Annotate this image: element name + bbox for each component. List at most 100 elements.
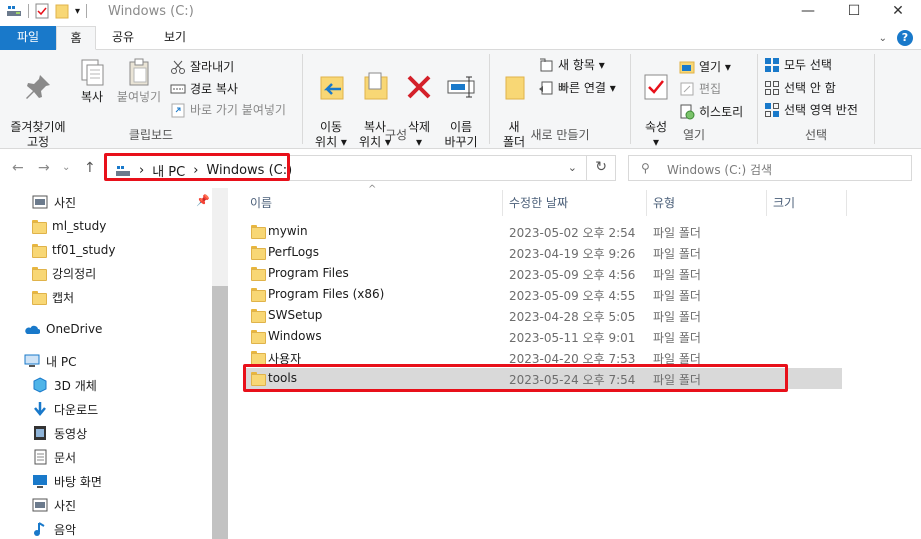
sort-ascending-icon: ^ — [368, 184, 377, 195]
file-date: 2023-04-19 오후 9:26 — [509, 247, 636, 261]
invert-selection-button[interactable]: 선택 영역 반전 — [764, 101, 858, 118]
file-date: 2023-05-09 오후 4:55 — [509, 289, 636, 303]
help-icon[interactable]: ? — [897, 30, 913, 46]
select-none-button[interactable]: 선택 안 함 — [764, 79, 836, 96]
tab-share[interactable]: 공유 — [100, 26, 146, 50]
cube-3d-icon — [33, 377, 47, 393]
new-item-button[interactable]: 새 항목 ▾ — [538, 56, 605, 73]
close-button[interactable]: ✕ — [875, 0, 921, 24]
column-header-size[interactable]: 크기 — [773, 194, 795, 211]
column-divider[interactable] — [766, 190, 767, 216]
tab-file[interactable]: 파일 — [0, 26, 56, 50]
nav-item-3d-objects[interactable]: 3D 개체 — [32, 375, 97, 395]
file-type: 파일 폴더 — [653, 289, 701, 303]
column-divider[interactable] — [646, 190, 647, 216]
file-row[interactable]: Program Files 2023-05-09 오후 4:56 파일 폴더 — [244, 263, 844, 284]
history-button[interactable]: 히스토리 — [679, 103, 743, 120]
folder-icon — [32, 219, 47, 234]
address-dropdown-icon[interactable]: ⌄ — [568, 161, 577, 174]
select-all-icon — [764, 57, 780, 73]
rename-icon — [447, 76, 475, 98]
paste-label: 붙여넣기 — [116, 90, 162, 104]
select-none-label: 선택 안 함 — [784, 81, 836, 95]
easy-access-label: 빠른 연결 ▾ — [558, 81, 616, 95]
up-arrow-icon[interactable]: ↑ — [84, 160, 96, 176]
refresh-icon[interactable]: ↻ — [595, 159, 607, 175]
edit-button[interactable]: 편집 — [679, 80, 721, 97]
copy-path-button[interactable]: 경로 복사 — [170, 80, 238, 97]
column-header-type[interactable]: 유형 — [653, 194, 675, 211]
nav-item-downloads[interactable]: 다운로드 — [32, 399, 98, 419]
maximize-button[interactable]: ☐ — [831, 0, 877, 24]
nav-item-label: 바탕 화면 — [54, 474, 102, 489]
nav-item-pictures-quick[interactable]: 사진 — [32, 192, 76, 212]
nav-item-tf01-study[interactable]: tf01_study — [32, 240, 115, 260]
ribbon-right-controls: ⌄ ? — [879, 30, 913, 46]
column-divider[interactable] — [846, 190, 847, 216]
nav-item-lecture-notes[interactable]: 강의정리 — [32, 263, 96, 283]
file-row[interactable]: PerfLogs 2023-04-19 오후 9:26 파일 폴더 — [244, 242, 844, 263]
delete-x-icon — [407, 75, 431, 99]
copy-icon — [81, 59, 104, 86]
nav-item-onedrive[interactable]: OneDrive — [24, 319, 102, 339]
search-box[interactable]: ⚲ Windows (C:) 검색 — [628, 155, 912, 181]
pinned-icon[interactable]: 📌 — [196, 194, 210, 207]
paste-button[interactable]: 붙여넣기 — [112, 56, 166, 105]
nav-item-documents[interactable]: 문서 — [32, 447, 76, 467]
nav-item-desktop[interactable]: 바탕 화면 — [32, 471, 102, 491]
quick-access-toolbar: ▾ — [6, 3, 88, 19]
column-header-name[interactable]: 이름 — [250, 194, 272, 211]
onedrive-cloud-icon — [25, 325, 40, 334]
tab-home[interactable]: 홈 — [56, 26, 96, 50]
nav-item-music[interactable]: 음악 — [32, 519, 76, 539]
back-arrow-icon[interactable]: ← — [12, 160, 24, 176]
nav-scrollbar-thumb[interactable] — [212, 286, 228, 539]
file-name: PerfLogs — [268, 245, 320, 259]
open-button[interactable]: 열기 ▾ — [679, 58, 731, 75]
forward-arrow-icon[interactable]: → — [38, 160, 50, 176]
column-header-modified[interactable]: 수정한 날짜 — [509, 194, 568, 211]
file-row[interactable]: mywin 2023-05-02 오후 2:54 파일 폴더 — [244, 221, 844, 242]
ribbon-collapse-icon[interactable]: ⌄ — [879, 33, 887, 44]
folder-icon — [251, 224, 266, 239]
select-all-button[interactable]: 모두 선택 — [764, 56, 832, 73]
file-type: 파일 폴더 — [653, 226, 701, 240]
tab-view[interactable]: 보기 — [152, 26, 198, 50]
recent-locations-icon[interactable]: ⌄ — [62, 162, 70, 173]
easy-access-button[interactable]: 빠른 연결 ▾ — [538, 79, 616, 96]
properties-icon[interactable] — [35, 3, 49, 19]
minimize-button[interactable]: — — [785, 0, 831, 24]
qat-dropdown-icon[interactable]: ▾ — [75, 6, 80, 17]
file-row[interactable]: SWSetup 2023-04-28 오후 5:05 파일 폴더 — [244, 305, 844, 326]
download-arrow-icon — [34, 402, 46, 416]
cut-button[interactable]: 잘라내기 — [170, 58, 234, 75]
new-item-label: 새 항목 ▾ — [558, 58, 605, 72]
paste-shortcut-label: 바로 가기 붙여넣기 — [190, 103, 286, 117]
computer-icon — [24, 354, 40, 367]
nav-item-label: ml_study — [52, 219, 107, 233]
navigation-row: ← → ⌄ ↑ › 내 PC › Windows (C:) ⌄ ↻ ⚲ Wind… — [0, 150, 921, 186]
copy-button[interactable]: 복사 — [72, 56, 112, 105]
folder-icon — [251, 266, 266, 281]
file-row[interactable]: Windows 2023-05-11 오후 9:01 파일 폴더 — [244, 326, 844, 347]
new-folder-icon[interactable] — [55, 3, 69, 19]
select-none-icon — [764, 80, 780, 96]
file-row[interactable]: Program Files (x86) 2023-05-09 오후 4:55 파… — [244, 284, 844, 305]
edit-icon — [679, 81, 695, 97]
open-folder-icon — [679, 59, 695, 75]
folder-icon — [251, 287, 266, 302]
ribbon-group-divider — [874, 54, 875, 144]
nav-item-videos[interactable]: 동영상 — [32, 423, 87, 443]
select-group-label: 선택 — [804, 128, 828, 142]
new-folder-icon — [505, 76, 525, 100]
folder-icon — [32, 290, 47, 305]
paste-shortcut-button[interactable]: 바로 가기 붙여넣기 — [170, 101, 286, 118]
nav-item-capture[interactable]: 캡처 — [32, 287, 74, 307]
easy-access-icon — [538, 80, 554, 96]
history-label: 히스토리 — [699, 105, 744, 119]
drive-icon — [7, 6, 21, 16]
nav-item-pictures[interactable]: 사진 — [32, 495, 76, 515]
nav-item-ml-study[interactable]: ml_study — [32, 216, 106, 236]
nav-item-this-pc[interactable]: 내 PC — [24, 351, 76, 371]
column-divider[interactable] — [502, 190, 503, 216]
